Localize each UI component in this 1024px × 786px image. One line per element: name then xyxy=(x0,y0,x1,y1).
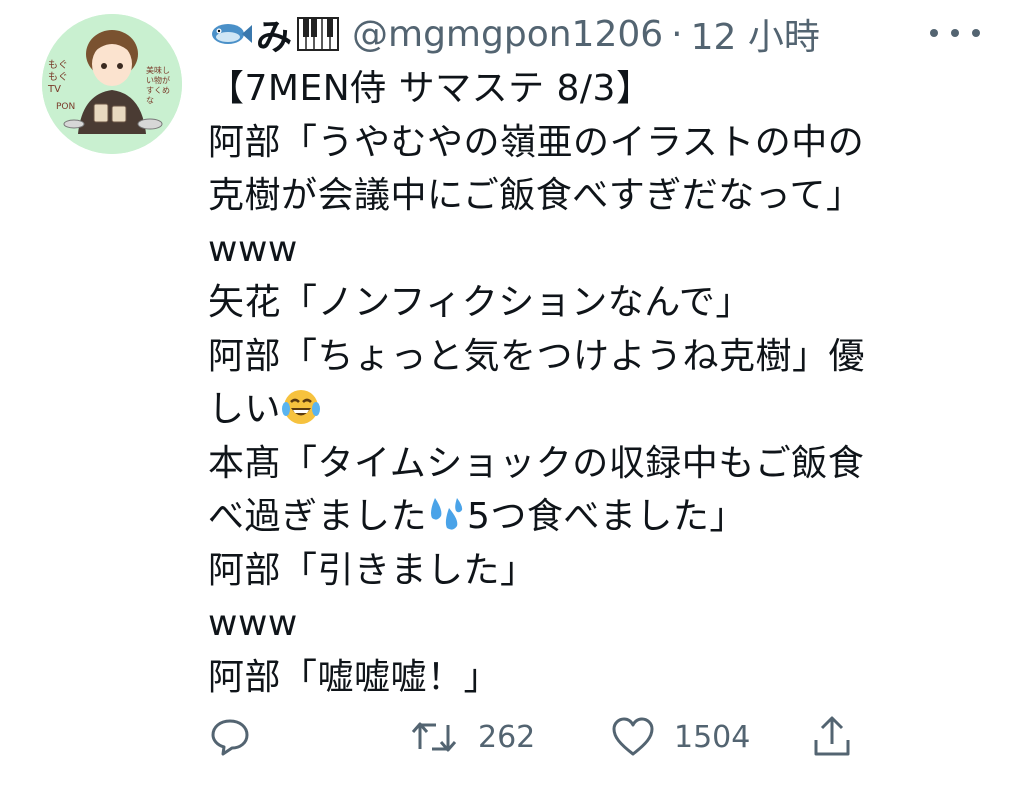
tweet-line: 阿部「引きました」 xyxy=(208,549,537,591)
tweet-line: www xyxy=(208,603,298,644)
reply-button[interactable] xyxy=(208,712,270,762)
author-name[interactable]: み xyxy=(208,8,340,60)
sweat-droplets-emoji-icon xyxy=(427,494,467,534)
tweet-line: 矢花「ノンフィクションなんで」 xyxy=(208,282,752,323)
fish-icon xyxy=(208,17,252,51)
tweet-actions: 262 1504 xyxy=(208,712,868,762)
like-count: 1504 xyxy=(674,719,751,755)
heart-icon xyxy=(610,715,656,759)
tweet-line: 阿部「うやむやの嶺亜のイラストの中の xyxy=(208,121,865,163)
laughing-tears-emoji-icon xyxy=(281,387,321,427)
display-name: み xyxy=(256,17,293,58)
avatar-text-right: 美味しい物がすくめな xyxy=(146,66,170,105)
tweet-header: み @mgmgpon1206 · 12 小時 xyxy=(208,8,820,60)
retweet-icon xyxy=(408,715,460,759)
author-handle[interactable]: @mgmgpon1206 xyxy=(352,14,663,55)
tweet-line: 本髙「タイムショックの収録中もご飯食 xyxy=(208,442,865,484)
retweet-button[interactable]: 262 xyxy=(408,712,535,762)
tweet-timestamp[interactable]: 12 小時 xyxy=(691,8,820,60)
tweet-text: 【7MEN侍 サマステ 8/3】 阿部「うやむやの嶺亜のイラストの中の 克樹が会… xyxy=(208,62,998,704)
avatar[interactable]: もぐもぐTV PON 美味しい物がすくめな xyxy=(42,14,182,154)
like-button[interactable]: 1504 xyxy=(610,712,750,762)
tweet-line: しい xyxy=(208,383,998,437)
more-dot-icon xyxy=(972,29,980,37)
tweet-line: 【7MEN侍 サマステ 8/3】 xyxy=(208,68,653,109)
piano-icon xyxy=(296,17,340,51)
more-dot-icon xyxy=(951,29,959,37)
share-button[interactable] xyxy=(810,712,872,762)
more-dot-icon xyxy=(930,29,938,37)
separator-dot: · xyxy=(671,13,683,55)
tweet-line: 克樹が会議中にご飯食べすぎだなって」 xyxy=(208,175,863,216)
more-options-button[interactable] xyxy=(930,18,980,48)
share-icon xyxy=(810,714,854,760)
avatar-text-left: もぐもぐTV xyxy=(48,60,68,95)
retweet-count: 262 xyxy=(478,719,536,755)
reply-icon xyxy=(208,715,252,759)
tweet-line: 阿部「嘘嘘嘘！」 xyxy=(208,656,501,698)
tweet-line: www xyxy=(208,228,298,270)
avatar-text-pon: PON xyxy=(56,102,76,112)
tweet-line: べ過ぎました 5つ食べました」 xyxy=(208,494,746,537)
tweet-line: 阿部「ちょっと気をつけようね克樹」優 xyxy=(208,335,866,377)
